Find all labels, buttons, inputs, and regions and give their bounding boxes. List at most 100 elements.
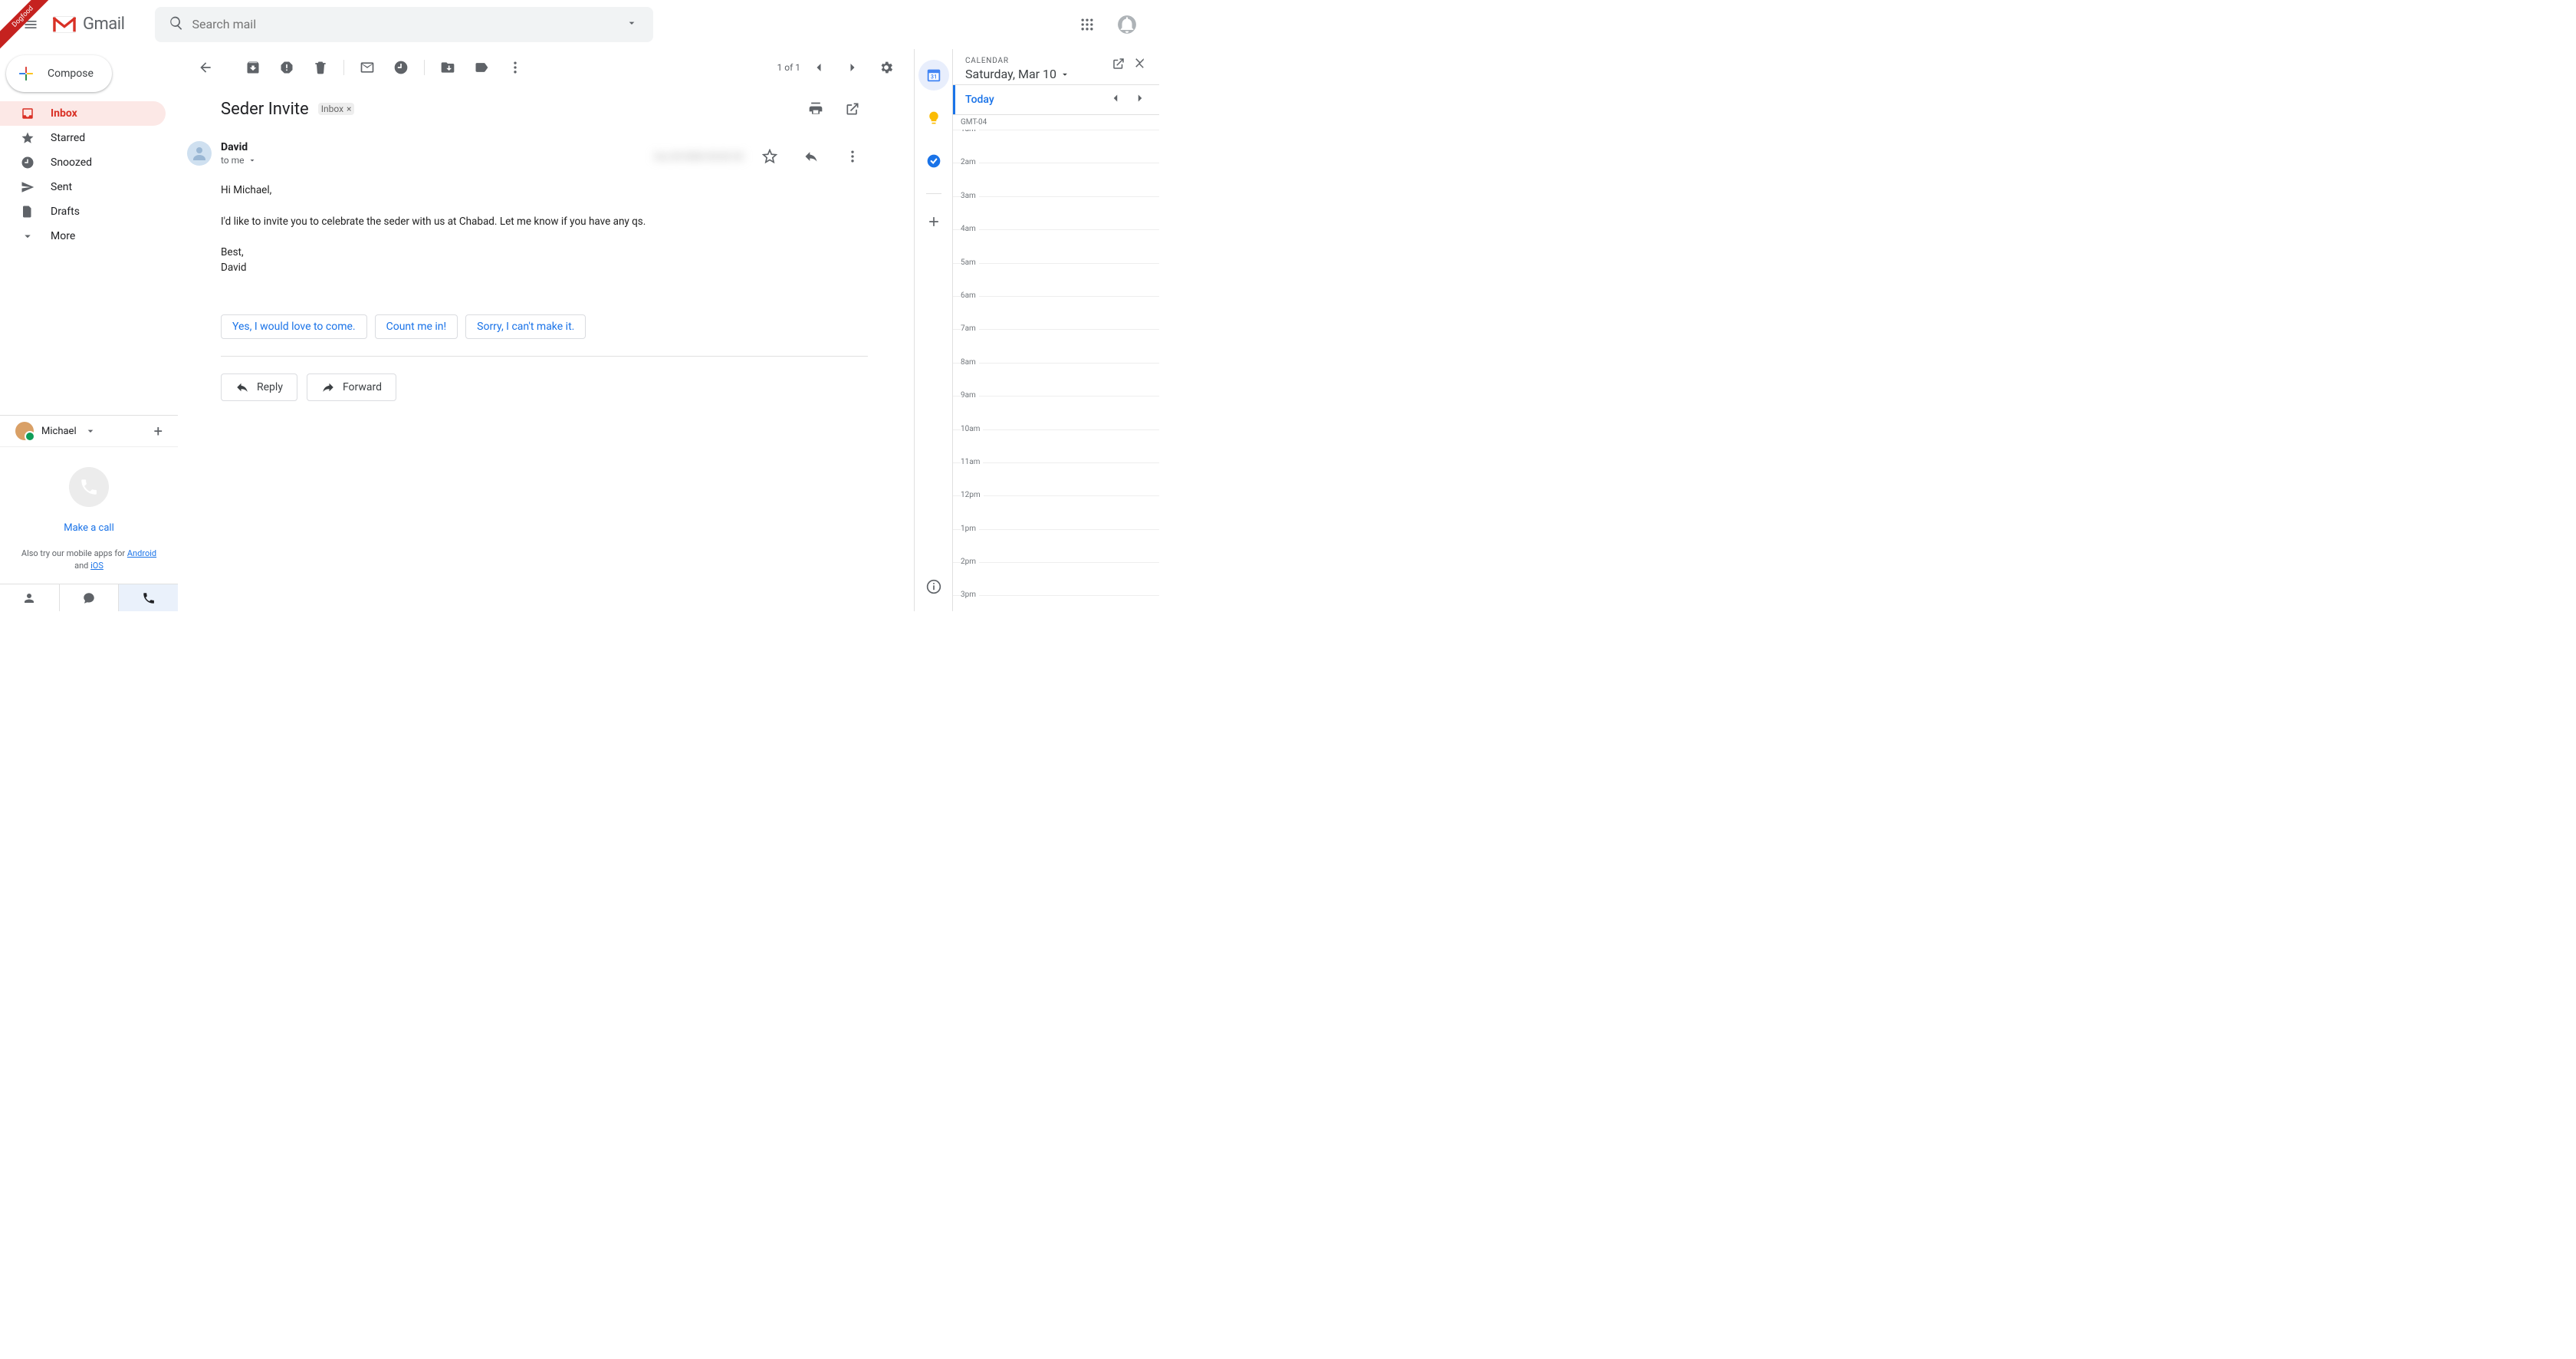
delete-button[interactable] — [305, 52, 336, 83]
sender-avatar — [187, 141, 212, 166]
hangouts-panel: Michael + Make a call Also try our mobil… — [0, 415, 178, 611]
search-options-caret[interactable] — [616, 17, 647, 32]
calendar-next-day[interactable] — [1133, 91, 1147, 109]
mark-unread-button[interactable] — [352, 52, 383, 83]
calendar-hour-slot[interactable]: 5am — [953, 263, 1159, 296]
hangouts-tab-calls[interactable] — [119, 584, 178, 611]
more-actions-button[interactable] — [500, 52, 531, 83]
smart-reply-row: Yes, I would love to come. Count me in! … — [221, 314, 868, 339]
reply-button[interactable]: Reply — [221, 373, 297, 401]
calendar-date-selector[interactable]: Saturday, Mar 10 — [965, 67, 1070, 81]
calendar-hour-slot[interactable]: 2pm — [953, 562, 1159, 595]
message-more-button[interactable] — [837, 141, 868, 172]
rail-calendar-button[interactable]: 31 — [918, 60, 949, 90]
self-name: Michael — [41, 426, 77, 437]
calendar-day-grid[interactable]: 1am2am3am4am5am6am7am8am9am10am11am12pm1… — [953, 130, 1159, 611]
gmail-logo[interactable]: Gmail — [52, 15, 124, 34]
ios-link[interactable]: iOS — [90, 561, 104, 571]
info-icon — [926, 579, 941, 594]
calendar-hour-slot[interactable]: 3am — [953, 196, 1159, 229]
hangouts-self-row[interactable]: Michael + — [0, 416, 178, 446]
person-icon — [22, 591, 36, 605]
star-message-button[interactable] — [754, 141, 785, 172]
hangouts-tab-contacts[interactable] — [0, 584, 60, 611]
rail-tasks-button[interactable] — [918, 146, 949, 176]
recipient-line[interactable]: to me — [221, 155, 257, 166]
inbox-chip[interactable]: Inbox × — [318, 103, 355, 115]
calendar-hour-slot[interactable]: 8am — [953, 363, 1159, 396]
move-to-button[interactable] — [432, 52, 463, 83]
make-a-call-link[interactable]: Make a call — [8, 522, 170, 534]
rail-keep-button[interactable] — [918, 103, 949, 133]
labels-button[interactable] — [466, 52, 497, 83]
print-button[interactable] — [800, 94, 831, 124]
rail-separator — [926, 193, 941, 194]
calendar-hour-slot[interactable]: 12pm — [953, 495, 1159, 528]
gear-icon — [879, 60, 894, 75]
smart-reply-1[interactable]: Yes, I would love to come. — [221, 314, 367, 339]
reply-icon — [803, 149, 819, 164]
calendar-hour-slot[interactable]: 6am — [953, 296, 1159, 329]
calendar-hour-slot[interactable]: 1am — [953, 130, 1159, 163]
clock-icon — [20, 155, 35, 170]
hangouts-new-button[interactable]: + — [154, 422, 163, 440]
nav-drafts[interactable]: Drafts — [0, 199, 166, 224]
rail-get-addons-button[interactable] — [918, 206, 949, 237]
archive-icon — [245, 60, 261, 75]
clock-icon — [393, 60, 409, 75]
snooze-button[interactable] — [386, 52, 416, 83]
open-in-new-button[interactable] — [837, 94, 868, 124]
search-input[interactable] — [192, 17, 616, 31]
android-link[interactable]: Android — [127, 548, 156, 558]
calendar-hour-slot[interactable]: 3pm — [953, 595, 1159, 611]
prev-message-button[interactable] — [803, 52, 834, 83]
tasks-icon — [926, 153, 941, 169]
calendar-prev-day[interactable] — [1109, 91, 1122, 109]
left-sidebar: Compose Inbox Starred Snoozed Sent — [0, 49, 178, 611]
calendar-side-panel: CALENDAR Saturday, Mar 10 Today GMT-04 1… — [952, 49, 1159, 611]
nav-inbox[interactable]: Inbox — [0, 101, 166, 126]
calendar-close-button[interactable] — [1133, 57, 1147, 74]
next-message-button[interactable] — [837, 52, 868, 83]
compose-button[interactable]: Compose — [6, 55, 112, 92]
chip-remove-icon[interactable]: × — [347, 104, 351, 114]
archive-button[interactable] — [238, 52, 268, 83]
dogfood-ribbon: Dogfood — [0, 0, 54, 54]
person-icon — [190, 144, 209, 163]
nav-more[interactable]: More — [0, 224, 166, 248]
rail-info-button[interactable] — [918, 571, 949, 602]
search-bar[interactable] — [155, 7, 653, 42]
back-button[interactable] — [190, 52, 221, 83]
message-body: Hi Michael, I'd like to invite you to ce… — [221, 183, 868, 276]
reply-icon-button[interactable] — [796, 141, 826, 172]
calendar-hour-slot[interactable]: 10am — [953, 429, 1159, 462]
nav-starred[interactable]: Starred — [0, 126, 166, 150]
smart-reply-2[interactable]: Count me in! — [375, 314, 458, 339]
divider — [221, 356, 868, 357]
calendar-hour-slot[interactable]: 7am — [953, 329, 1159, 362]
search-icon[interactable] — [161, 15, 192, 34]
calendar-hour-slot[interactable]: 1pm — [953, 529, 1159, 562]
report-spam-button[interactable] — [271, 52, 302, 83]
calendar-open-button[interactable] — [1112, 57, 1125, 74]
calendar-hour-slot[interactable]: 2am — [953, 163, 1159, 196]
hangouts-tab-chats[interactable] — [60, 584, 120, 611]
apps-grid-icon — [1079, 17, 1095, 32]
notifications-button[interactable] — [1112, 9, 1142, 40]
calendar-hour-slot[interactable]: 11am — [953, 462, 1159, 495]
calendar-hour-slot[interactable]: 4am — [953, 229, 1159, 262]
nav-snoozed[interactable]: Snoozed — [0, 150, 166, 175]
chevron-right-icon — [845, 60, 860, 75]
calendar-label: CALENDAR — [965, 57, 1070, 65]
calendar-today-button[interactable]: Today — [953, 85, 994, 114]
smart-reply-3[interactable]: Sorry, I can't make it. — [465, 314, 586, 339]
google-apps-button[interactable] — [1072, 9, 1102, 40]
arrow-left-icon — [198, 60, 213, 75]
compose-label: Compose — [48, 67, 94, 80]
forward-button[interactable]: Forward — [307, 373, 396, 401]
settings-button[interactable] — [871, 52, 902, 83]
app-header: Gmail — [0, 0, 1159, 49]
chevron-down-icon — [20, 229, 35, 244]
nav-sent[interactable]: Sent — [0, 175, 166, 199]
calendar-hour-slot[interactable]: 9am — [953, 396, 1159, 429]
